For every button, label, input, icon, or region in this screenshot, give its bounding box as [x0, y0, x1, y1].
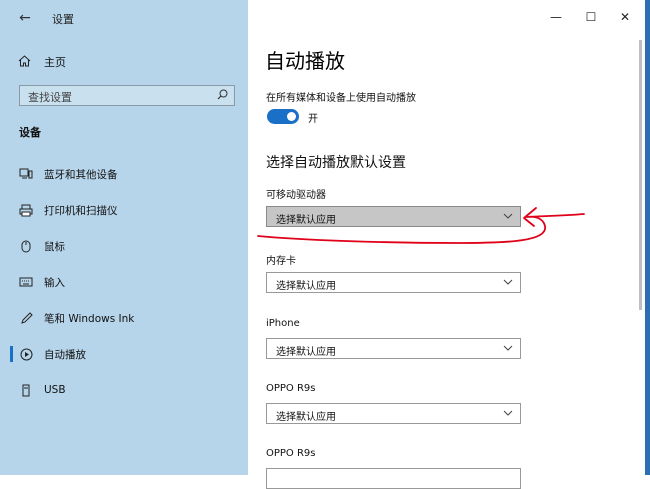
memory-card-dropdown[interactable]: 选择默认应用	[266, 272, 521, 293]
sidebar-item-typing[interactable]: 输入	[10, 271, 240, 293]
chevron-down-icon	[503, 213, 513, 219]
chevron-down-icon	[503, 279, 513, 285]
iphone-dropdown[interactable]: 选择默认应用	[266, 338, 521, 359]
pen-icon	[18, 311, 34, 325]
sidebar-item-label: 笔和 Windows Ink	[44, 312, 135, 325]
dropdown-value: 选择默认应用	[276, 347, 336, 358]
dropdown-value: 选择默认应用	[276, 215, 336, 226]
autoplay-toggle[interactable]	[267, 109, 299, 124]
sidebar-item-label: 蓝牙和其他设备	[44, 168, 118, 181]
sidebar: ← 设置 主页 查找设置 设备 蓝牙和其他设备 打印机和扫描仪 鼠标 输入 笔和…	[0, 0, 248, 475]
toggle-state-label: 开	[308, 114, 318, 125]
settings-window: ← 设置 主页 查找设置 设备 蓝牙和其他设备 打印机和扫描仪 鼠标 输入 笔和…	[0, 0, 650, 489]
sidebar-item-usb[interactable]: USB	[10, 379, 240, 401]
device-label: OPPO R9s	[266, 383, 316, 394]
device-dropdown-2[interactable]	[266, 468, 521, 489]
bluetooth-devices-icon	[18, 167, 34, 181]
sidebar-item-bluetooth[interactable]: 蓝牙和其他设备	[10, 163, 240, 185]
window-edge	[645, 0, 650, 475]
mouse-icon	[18, 239, 34, 253]
back-arrow-icon[interactable]: ←	[14, 8, 36, 28]
maximize-button[interactable]: ☐	[579, 9, 603, 25]
chevron-down-icon	[503, 345, 513, 351]
removable-drive-label: 可移动驱动器	[266, 190, 326, 201]
device-label-2: OPPO R9s	[266, 448, 316, 459]
iphone-label: iPhone	[266, 318, 300, 329]
memory-card-label: 内存卡	[266, 256, 296, 267]
section-heading: 选择自动播放默认设置	[266, 155, 406, 171]
home-icon	[18, 54, 36, 70]
removable-drive-dropdown[interactable]: 选择默认应用	[266, 206, 521, 227]
autoplay-icon	[18, 347, 34, 361]
section-title: 设备	[19, 126, 41, 139]
sidebar-item-label: 鼠标	[44, 240, 65, 253]
usb-icon	[18, 383, 34, 397]
sidebar-item-printers[interactable]: 打印机和扫描仪	[10, 199, 240, 221]
active-indicator	[10, 346, 13, 362]
search-icon[interactable]	[217, 89, 228, 100]
sidebar-item-label: 主页	[44, 56, 66, 69]
dropdown-value: 选择默认应用	[276, 412, 336, 423]
sidebar-item-pen[interactable]: 笔和 Windows Ink	[10, 307, 240, 329]
sidebar-item-autoplay[interactable]: 自动播放	[10, 343, 240, 365]
search-input[interactable]: 查找设置	[19, 85, 235, 106]
autoplay-toggle-description: 在所有媒体和设备上使用自动播放	[266, 93, 416, 104]
sidebar-item-label: 自动播放	[44, 348, 86, 361]
close-button[interactable]: ✕	[613, 9, 637, 25]
page-title: 自动播放	[265, 49, 345, 73]
device-dropdown[interactable]: 选择默认应用	[266, 403, 521, 424]
sidebar-item-label: 打印机和扫描仪	[44, 204, 118, 217]
scrollbar-thumb[interactable]	[639, 40, 642, 310]
sidebar-item-home[interactable]: 主页	[18, 52, 238, 72]
keyboard-icon	[18, 275, 34, 289]
chevron-down-icon	[503, 410, 513, 416]
app-title: 设置	[52, 13, 74, 26]
dropdown-value: 选择默认应用	[276, 281, 336, 292]
toggle-knob	[287, 112, 296, 121]
sidebar-item-label: USB	[44, 384, 66, 396]
minimize-button[interactable]: —	[544, 9, 568, 25]
printer-icon	[18, 203, 34, 217]
search-placeholder: 查找设置	[28, 91, 72, 104]
sidebar-item-label: 输入	[44, 276, 65, 289]
sidebar-item-mouse[interactable]: 鼠标	[10, 235, 240, 257]
